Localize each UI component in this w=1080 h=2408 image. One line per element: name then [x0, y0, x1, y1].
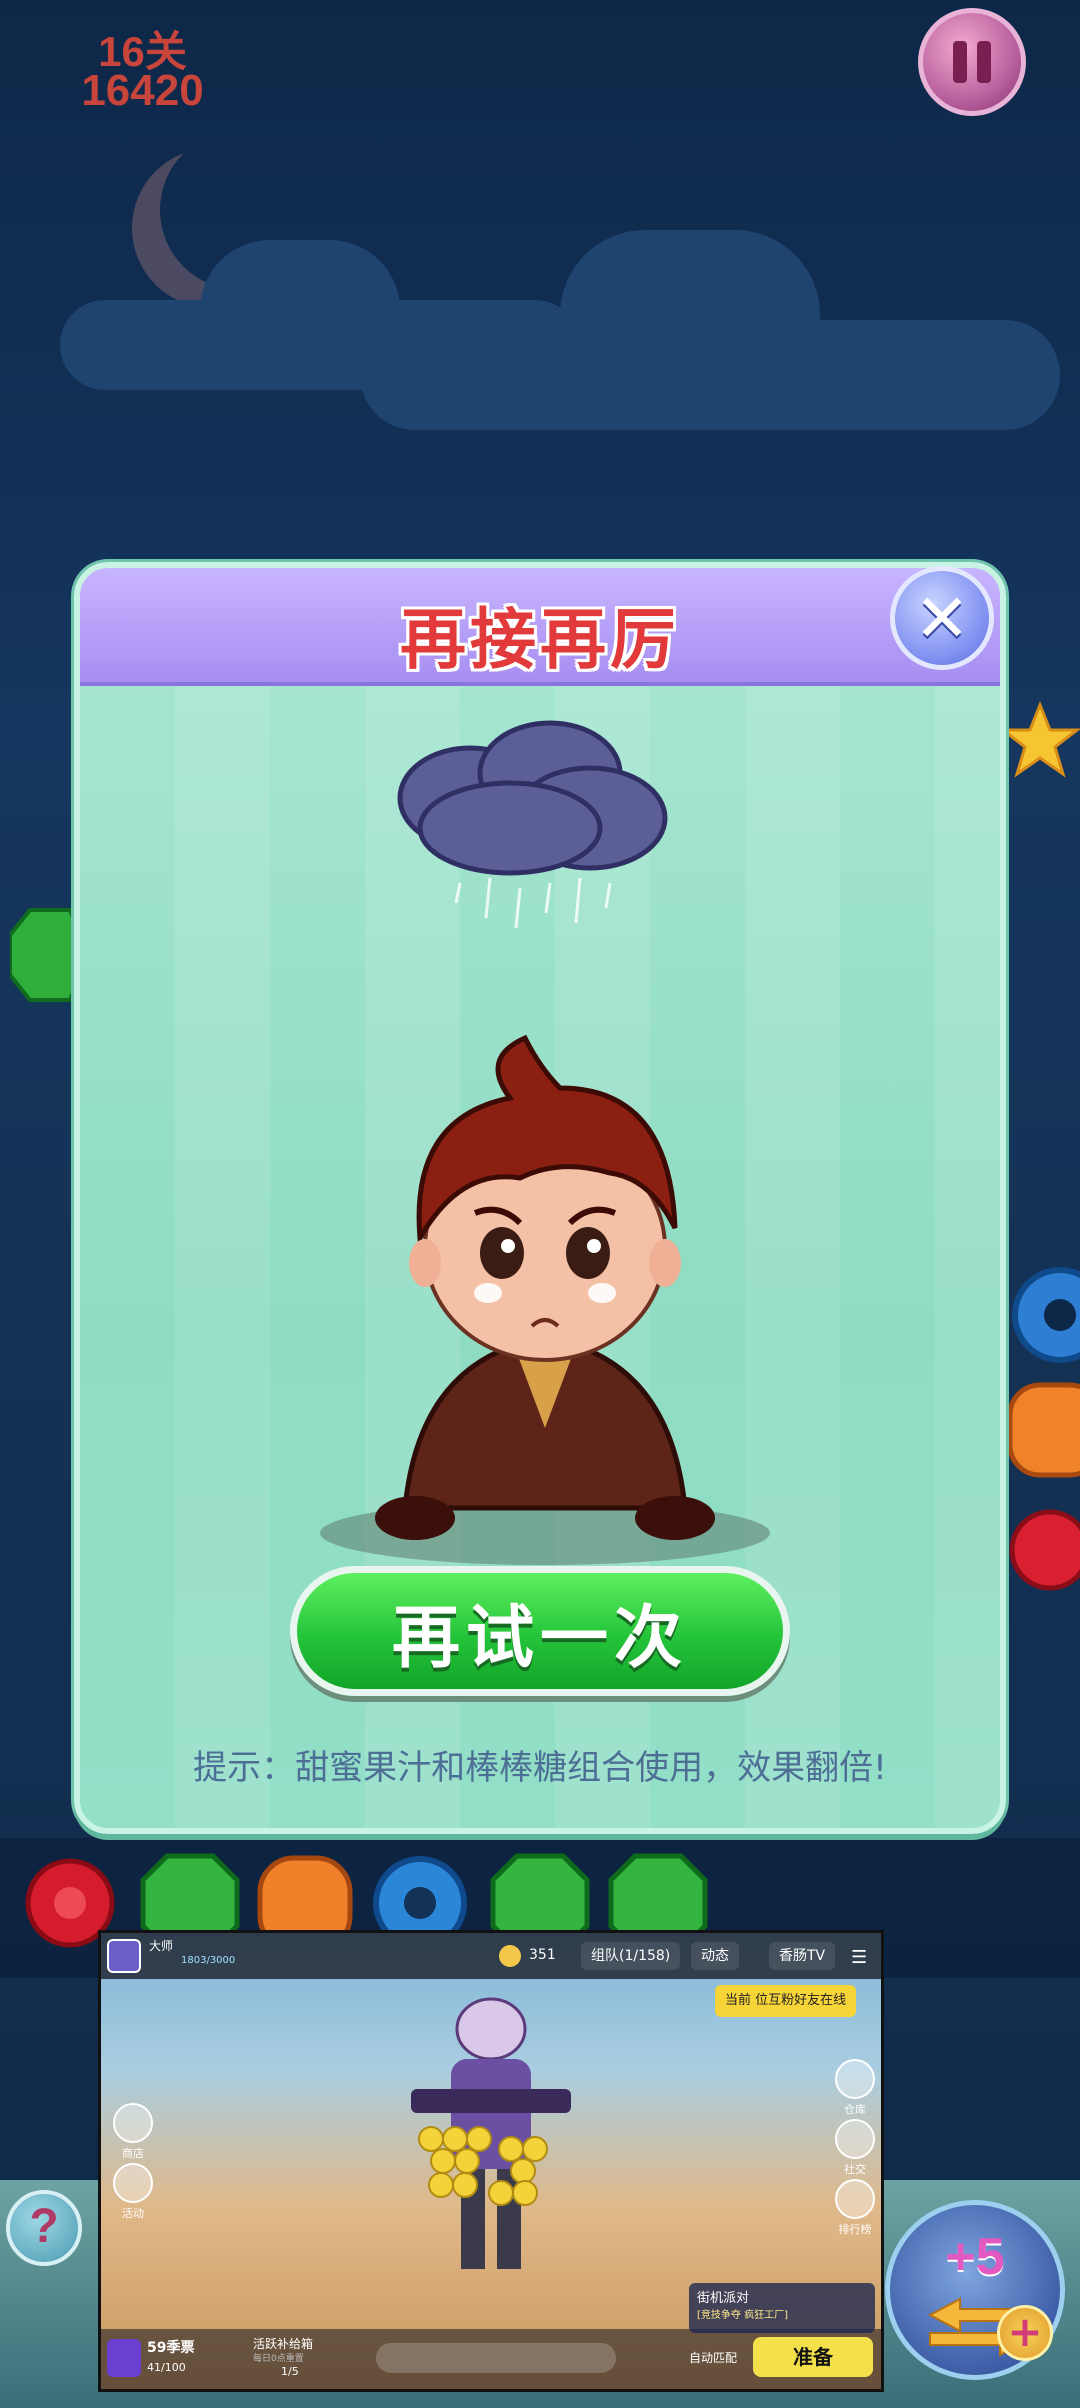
- overlay-team-tab[interactable]: 组队(1/158): [581, 1942, 681, 1970]
- cloud-decoration: [560, 230, 820, 400]
- overlay-tv-tab[interactable]: 香肠TV: [769, 1942, 836, 1970]
- overlay-invite-banner[interactable]: 当前 位互粉好友在线: [715, 1985, 857, 2017]
- coin-icon: [499, 1945, 521, 1967]
- add-moves-label: +5: [945, 2228, 1005, 2286]
- overlay-avatar[interactable]: [107, 1939, 141, 1973]
- overlay-activity-label: 活动: [122, 2207, 144, 2220]
- pause-button[interactable]: [918, 8, 1026, 116]
- activity-icon: [113, 2163, 153, 2203]
- dialog-header: 再接再厉: [80, 568, 1000, 686]
- pause-icon-bar: [977, 41, 991, 83]
- overlay-ranking-button[interactable]: 排行榜: [829, 2179, 881, 2237]
- help-button[interactable]: ?: [6, 2190, 82, 2266]
- overlay-shop-label: 商店: [122, 2147, 144, 2160]
- overlay-coin-count: 351: [529, 1947, 556, 1963]
- green-candy-left: [10, 908, 80, 1002]
- overlay-event-title: 街机派对: [697, 2291, 750, 2306]
- overlay-social-button[interactable]: 社交: [829, 2119, 881, 2177]
- hint-text: 提示：甜蜜果汁和棒棒糖组合使用，效果翻倍!: [193, 1748, 887, 1788]
- overlay-player-name: 大师: [149, 1939, 174, 1953]
- overlay-chat-bar[interactable]: [376, 2343, 616, 2373]
- score-label: 16420: [81, 66, 204, 115]
- overlay-reward-sub: 每日0点重置: [253, 2354, 304, 2364]
- overlay-auto-match[interactable]: 自动匹配: [689, 2349, 737, 2366]
- overlay-event-card[interactable]: 街机派对 [竞技争夺 疯狂工厂]: [689, 2283, 875, 2333]
- ranking-icon: [835, 2179, 875, 2219]
- overlay-season-progress: 41/100: [147, 2361, 186, 2374]
- overlay-warehouse-label: 仓库: [844, 2103, 866, 2116]
- overlay-top-bar: 大师 1803/3000 351 组队(1/158) 动态 香肠TV ☰: [101, 1933, 881, 1979]
- season-badge-icon: [107, 2339, 141, 2377]
- overlay-warehouse-button[interactable]: 仓库: [829, 2059, 881, 2117]
- overlay-activity-button[interactable]: 活动: [107, 2163, 159, 2221]
- sad-character-illustration: [320, 1034, 770, 1565]
- retry-button[interactable]: 再试一次: [290, 1566, 790, 1696]
- overlay-reward-title: 活跃补给箱: [253, 2337, 314, 2351]
- shop-icon: [113, 2103, 153, 2143]
- overlay-news-tab[interactable]: 动态: [691, 1942, 739, 1970]
- donut-candy-right: [1012, 1267, 1080, 1363]
- orange-candy-right: [1007, 1382, 1080, 1478]
- close-icon: ✕: [914, 579, 970, 657]
- star-decoration: [1000, 700, 1080, 778]
- overlay-social-label: 社交: [844, 2163, 866, 2176]
- retry-button-label: 再试一次: [391, 1598, 688, 1678]
- dialog-title: 再接再厉: [400, 601, 680, 678]
- overlay-reward-progress: 1/5: [281, 2365, 299, 2378]
- overlay-ready-button[interactable]: 准备: [753, 2337, 873, 2377]
- overlay-event-sub: [竞技争夺 疯狂工厂]: [697, 2310, 788, 2321]
- video-overlay-window[interactable]: 大师 1803/3000 351 组队(1/158) 动态 香肠TV ☰ 当前 …: [98, 1930, 884, 2392]
- red-candy-right: [1009, 1509, 1080, 1591]
- warehouse-icon: [835, 2059, 875, 2099]
- overlay-ranking-label: 排行榜: [838, 2223, 872, 2236]
- social-icon: [835, 2119, 875, 2159]
- rain-cloud-icon: [397, 720, 668, 929]
- pause-icon: [953, 41, 967, 83]
- overlay-shop-button[interactable]: 商店: [107, 2103, 159, 2161]
- overlay-player-exp: 1803/3000: [181, 1955, 236, 1966]
- add-moves-plus-icon[interactable]: +: [997, 2305, 1053, 2361]
- overlay-hero-character: [411, 1997, 571, 2269]
- menu-icon[interactable]: ☰: [851, 1947, 867, 1968]
- overlay-season-level: 59季票: [147, 2340, 195, 2356]
- close-dialog-button[interactable]: ✕: [890, 566, 994, 670]
